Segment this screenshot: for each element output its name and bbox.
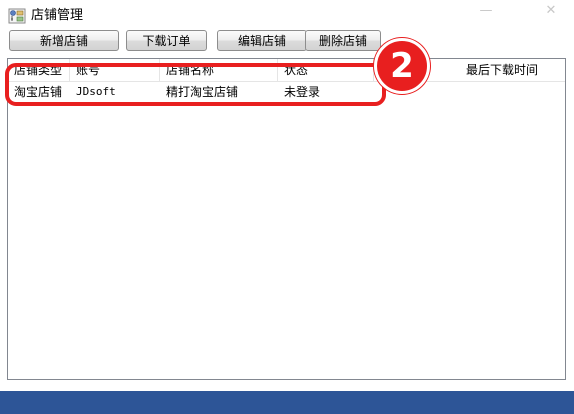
table-row[interactable]: 淘宝店铺 JDsoft 精打淘宝店铺 未登录	[8, 82, 565, 102]
title-bar: 店铺管理 — ✕	[0, 0, 574, 30]
download-orders-button[interactable]: 下载订单	[126, 30, 207, 51]
window-title: 店铺管理	[31, 8, 84, 23]
column-header-status[interactable]: 状态	[278, 59, 374, 81]
cell-account: JDsoft	[76, 85, 116, 98]
cell-shop-name: 精打淘宝店铺	[166, 85, 239, 99]
status-bar	[0, 391, 574, 414]
minimize-button[interactable]: —	[473, 3, 499, 19]
close-button[interactable]: ✕	[538, 3, 564, 19]
shop-list[interactable]: 店铺类型 账号 店铺名称 状态 最后下载时间 淘宝店铺 JDsoft 精打淘宝店…	[7, 58, 566, 380]
list-header: 店铺类型 账号 店铺名称 状态 最后下载时间	[8, 59, 565, 82]
shop-management-window: 店铺管理 — ✕ 新增店铺 下载订单 编辑店铺 删除店铺 店铺类型 账号 店铺名…	[0, 0, 574, 414]
cell-status: 未登录	[284, 85, 321, 99]
add-shop-button[interactable]: 新增店铺	[9, 30, 119, 51]
column-header-account[interactable]: 账号	[70, 59, 160, 81]
column-header-shop-name[interactable]: 店铺名称	[160, 59, 278, 81]
edit-shop-button[interactable]: 编辑店铺	[217, 30, 307, 51]
cell-shop-type: 淘宝店铺	[14, 85, 63, 99]
cell-last-download-time	[466, 82, 472, 102]
delete-shop-button[interactable]: 删除店铺	[305, 30, 381, 51]
app-icon	[8, 8, 26, 24]
column-header-shop-type[interactable]: 店铺类型	[8, 59, 70, 81]
step-number-badge: 2	[374, 38, 430, 94]
